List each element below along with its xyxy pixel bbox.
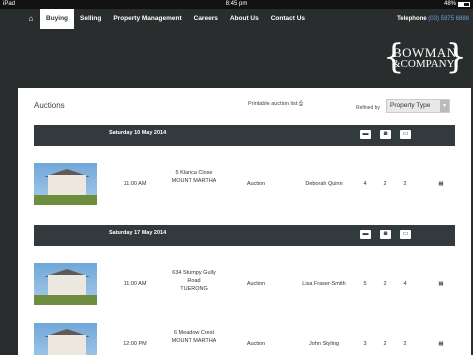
address-line-1: 634 Stumpy Gully xyxy=(172,270,216,276)
page-title: Auctions xyxy=(34,101,65,110)
select-value: Property Type xyxy=(390,102,431,109)
bed-count: 5 xyxy=(363,281,367,287)
calendar-icon[interactable]: ▦ xyxy=(437,180,445,188)
logo-brace-right: } xyxy=(445,37,467,77)
nav-item-about-us[interactable]: About Us xyxy=(224,9,265,29)
battery-status: 48% xyxy=(444,0,470,9)
property-type-select[interactable]: Property Type ▼ xyxy=(386,99,450,113)
bed-count: 3 xyxy=(363,341,367,347)
agent-name[interactable]: Deborah Quinn xyxy=(294,180,354,188)
bath-count: 2 xyxy=(383,181,387,187)
address-line-2: MOUNT MARTHA xyxy=(171,178,217,184)
date-header: Saturday 17 May 2014 ▬ ◙ ▭ xyxy=(34,225,455,246)
car-count: 2 xyxy=(403,341,407,347)
nav-item-property-management[interactable]: Property Management xyxy=(107,9,187,29)
auctions-panel: Auctions Printable auction list ⎙ Refine… xyxy=(18,88,471,355)
bed-count: 4 xyxy=(363,181,367,187)
sale-method: Auction xyxy=(246,181,266,187)
printable-label: Printable auction list xyxy=(248,101,298,107)
telephone: Telephone (03) 5975 6888 xyxy=(397,9,469,29)
property-photo[interactable] xyxy=(34,263,97,305)
nav-item-contact-us[interactable]: Contact Us xyxy=(265,9,311,29)
listing-row[interactable]: 11:00 AM 5 Klarica Close MOUNT MARTHA Au… xyxy=(34,160,455,210)
clock: 8:45 pm xyxy=(225,1,248,7)
calendar-icon[interactable]: ▦ xyxy=(437,280,445,288)
bath-count: 2 xyxy=(383,341,387,347)
date-header: Saturday 10 May 2014 ▬ ◙ ▭ xyxy=(34,125,455,146)
car-count: 4 xyxy=(403,281,407,287)
calendar-icon[interactable]: ▦ xyxy=(437,340,445,348)
ios-status-bar: iPad 8:45 pm 48% xyxy=(0,0,473,9)
listing-time: 11:00 AM xyxy=(123,181,147,187)
listing-address[interactable]: 634 Stumpy Gully Road TUERONG xyxy=(164,269,224,293)
bed-icon: ▬ xyxy=(360,230,371,239)
chevron-down-icon: ▼ xyxy=(440,100,449,112)
listing-address[interactable]: 5 Klarica Close MOUNT MARTHA xyxy=(164,169,224,185)
property-photo[interactable] xyxy=(34,163,97,205)
auction-date: Saturday 10 May 2014 xyxy=(109,130,167,136)
nav-item-buying[interactable]: Buying xyxy=(40,9,75,29)
listing-row[interactable]: 11:00 AM 634 Stumpy Gully Road TUERONG A… xyxy=(34,260,455,310)
sale-method: Auction xyxy=(246,281,266,287)
bath-icon: ◙ xyxy=(380,230,391,239)
refine-label: Refined by xyxy=(356,105,380,111)
address-line-3: TUERONG xyxy=(180,286,208,292)
printer-icon: ⎙ xyxy=(298,101,304,107)
printable-auction-list-link[interactable]: Printable auction list ⎙ xyxy=(248,101,303,108)
listing-address[interactable]: 6 Meadow Crest MOUNT MARTHA xyxy=(164,329,224,345)
telephone-number[interactable]: (03) 5975 6888 xyxy=(428,16,469,22)
car-icon: ▭ xyxy=(400,230,411,239)
car-count: 2 xyxy=(403,181,407,187)
telephone-label: Telephone xyxy=(397,16,427,22)
listing-row[interactable]: 12:00 PM 6 Meadow Crest MOUNT MARTHA Auc… xyxy=(34,320,455,355)
address-line-2: Road xyxy=(187,278,201,284)
auction-date: Saturday 17 May 2014 xyxy=(109,230,167,236)
address-line-2: MOUNT MARTHA xyxy=(171,338,217,344)
home-icon[interactable]: ⌂ xyxy=(26,14,36,24)
bowman-company-logo[interactable]: { BOWMAN &COMPANY } xyxy=(383,40,467,76)
main-navigation: ⌂ Buying Selling Property Management Car… xyxy=(0,9,473,29)
listing-time: 12:00 PM xyxy=(123,341,147,347)
address-line-1: 5 Klarica Close xyxy=(175,170,213,176)
sale-method: Auction xyxy=(246,341,266,347)
property-photo[interactable] xyxy=(34,323,97,355)
battery-icon xyxy=(458,2,470,7)
listing-time: 11:00 AM xyxy=(123,281,147,287)
car-icon: ▭ xyxy=(400,130,411,139)
battery-percent: 48% xyxy=(443,1,456,7)
bath-icon: ◙ xyxy=(380,130,391,139)
nav-item-selling[interactable]: Selling xyxy=(74,9,107,29)
bath-count: 2 xyxy=(383,281,387,287)
nav-item-careers[interactable]: Careers xyxy=(188,9,224,29)
address-line-1: 6 Meadow Crest xyxy=(173,330,215,336)
agent-name[interactable]: John Styling xyxy=(294,340,354,348)
bed-icon: ▬ xyxy=(360,130,371,139)
agent-name[interactable]: Lisa Fraser-Smith xyxy=(294,280,354,288)
